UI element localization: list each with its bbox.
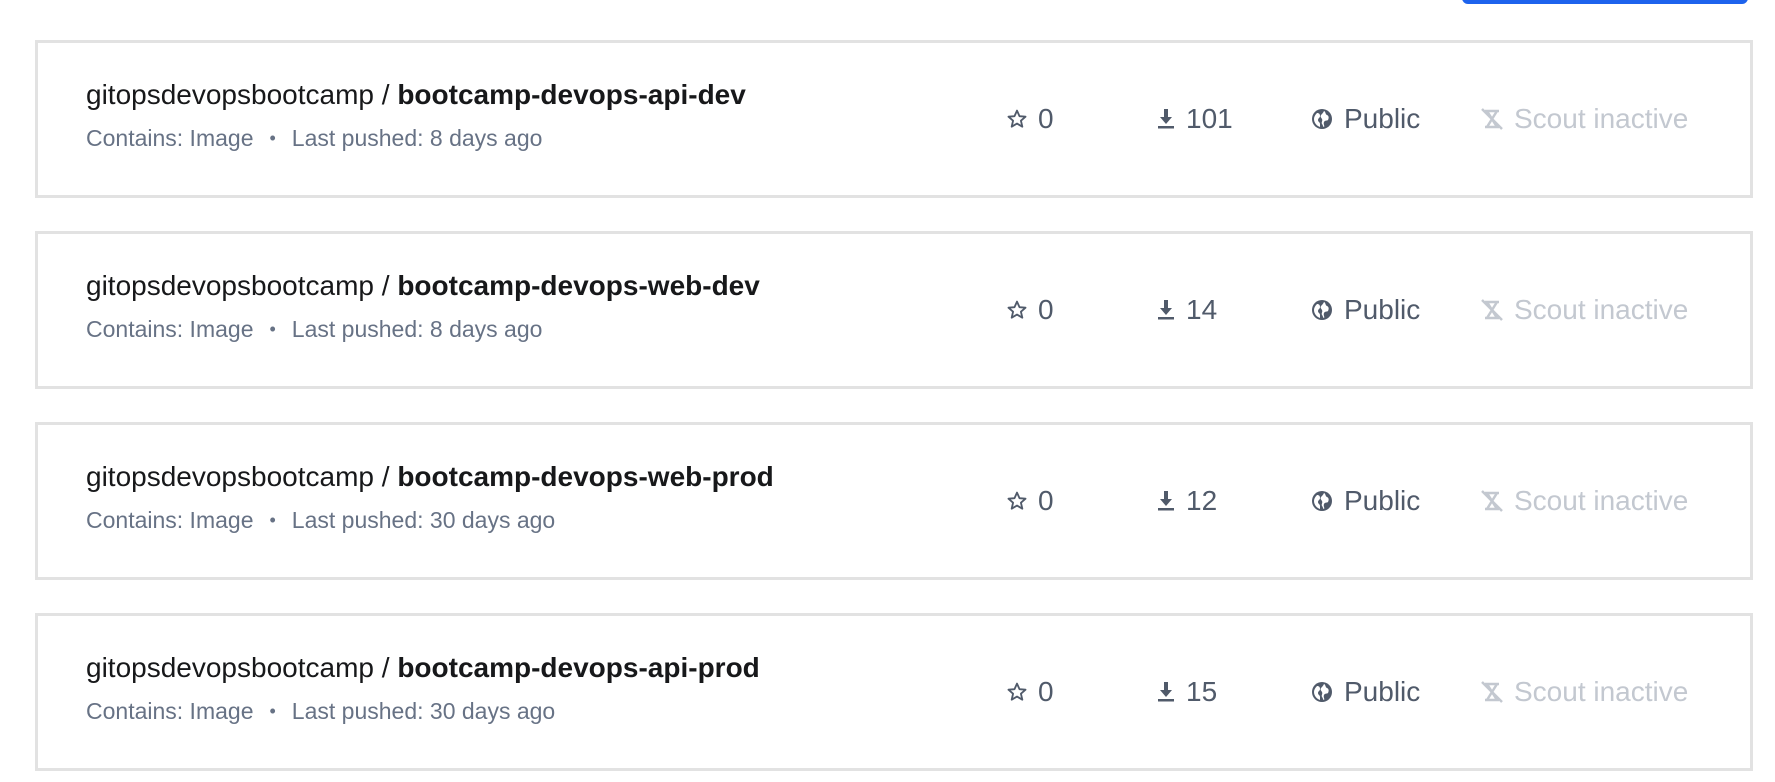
pull-count-value: 101 — [1186, 103, 1233, 134]
pull-count-value: 15 — [1186, 676, 1218, 707]
title-separator: / — [373, 652, 398, 683]
create-repository-button[interactable] — [1462, 0, 1748, 4]
repository-meta: Contains: Image • Last pushed: 30 days ago — [86, 696, 760, 726]
title-separator: / — [373, 461, 398, 492]
pull-count: 101 — [1156, 43, 1233, 195]
content-type: Contains: Image — [86, 125, 254, 151]
scout-off-icon — [1481, 490, 1503, 512]
download-icon — [1158, 300, 1174, 320]
scout-status[interactable]: Scout inactive — [1480, 616, 1688, 768]
repository-info: gitopsdevopsbootcamp / bootcamp-devops-w… — [86, 459, 774, 535]
repository-info: gitopsdevopsbootcamp / bootcamp-devops-w… — [86, 268, 760, 344]
scout-off-icon — [1481, 108, 1503, 130]
scout-status[interactable]: Scout inactive — [1480, 234, 1688, 386]
last-pushed: Last pushed: 8 days ago — [291, 316, 543, 342]
star-count-value: 0 — [1038, 294, 1054, 325]
visibility-label: Public — [1344, 485, 1421, 516]
repository-meta: Contains: Image • Last pushed: 8 days ago — [86, 314, 760, 344]
meta-separator: • — [269, 701, 276, 721]
repositories-page: gitopsdevopsbootcamp / bootcamp-devops-a… — [0, 0, 1775, 782]
scout-label: Scout inactive — [1514, 676, 1689, 707]
repository-meta: Contains: Image • Last pushed: 8 days ago — [86, 123, 746, 153]
scout-label: Scout inactive — [1514, 485, 1689, 516]
content-type: Contains: Image — [86, 507, 254, 533]
repository-namespace: gitopsdevopsbootcamp — [86, 652, 374, 683]
repository-title[interactable]: gitopsdevopsbootcamp / bootcamp-devops-w… — [86, 268, 760, 304]
repository-card[interactable]: gitopsdevopsbootcamp / bootcamp-devops-a… — [35, 613, 1753, 771]
meta-separator: • — [269, 510, 276, 530]
title-separator: / — [373, 79, 398, 110]
content-type: Contains: Image — [86, 316, 254, 342]
pull-count: 14 — [1156, 234, 1217, 386]
visibility-label: Public — [1344, 103, 1421, 134]
meta-separator: • — [269, 319, 276, 339]
visibility-status: Public — [1310, 616, 1420, 768]
star-count: 0 — [1006, 425, 1054, 577]
scout-status[interactable]: Scout inactive — [1480, 425, 1688, 577]
scout-label: Scout inactive — [1514, 294, 1689, 325]
repository-namespace: gitopsdevopsbootcamp — [86, 270, 374, 301]
pull-count-value: 12 — [1186, 485, 1218, 516]
scout-off-icon — [1481, 681, 1503, 703]
repository-card[interactable]: gitopsdevopsbootcamp / bootcamp-devops-a… — [35, 40, 1753, 198]
star-count-value: 0 — [1038, 485, 1054, 516]
repository-namespace: gitopsdevopsbootcamp — [86, 79, 374, 110]
visibility-label: Public — [1344, 676, 1421, 707]
content-type: Contains: Image — [86, 698, 254, 724]
visibility-status: Public — [1310, 234, 1420, 386]
star-count-value: 0 — [1038, 103, 1054, 134]
repository-meta: Contains: Image • Last pushed: 30 days ago — [86, 505, 774, 535]
star-count: 0 — [1006, 616, 1054, 768]
globe-icon — [1312, 682, 1332, 702]
star-outline-icon — [1007, 491, 1027, 510]
repository-name: bootcamp-devops-web-dev — [397, 270, 760, 301]
scout-label: Scout inactive — [1514, 103, 1689, 134]
pull-count: 15 — [1156, 616, 1217, 768]
download-icon — [1158, 491, 1174, 511]
scout-off-icon — [1481, 299, 1503, 321]
repository-name: bootcamp-devops-api-dev — [397, 79, 746, 110]
visibility-label: Public — [1344, 294, 1421, 325]
repository-title[interactable]: gitopsdevopsbootcamp / bootcamp-devops-a… — [86, 650, 760, 686]
repository-list: gitopsdevopsbootcamp / bootcamp-devops-a… — [35, 40, 1753, 782]
star-outline-icon — [1007, 300, 1027, 319]
star-count: 0 — [1006, 43, 1054, 195]
title-separator: / — [373, 270, 398, 301]
star-count: 0 — [1006, 234, 1054, 386]
repository-info: gitopsdevopsbootcamp / bootcamp-devops-a… — [86, 77, 746, 153]
repository-card[interactable]: gitopsdevopsbootcamp / bootcamp-devops-w… — [35, 422, 1753, 580]
repository-title[interactable]: gitopsdevopsbootcamp / bootcamp-devops-w… — [86, 459, 774, 495]
globe-icon — [1312, 300, 1332, 320]
visibility-status: Public — [1310, 43, 1420, 195]
download-icon — [1158, 682, 1174, 702]
pull-count: 12 — [1156, 425, 1217, 577]
star-outline-icon — [1007, 682, 1027, 701]
visibility-status: Public — [1310, 425, 1420, 577]
globe-icon — [1312, 109, 1332, 129]
repository-title[interactable]: gitopsdevopsbootcamp / bootcamp-devops-a… — [86, 77, 746, 113]
download-icon — [1158, 109, 1174, 129]
pull-count-value: 14 — [1186, 294, 1218, 325]
last-pushed: Last pushed: 30 days ago — [291, 507, 556, 533]
star-outline-icon — [1007, 109, 1027, 128]
scout-status[interactable]: Scout inactive — [1480, 43, 1688, 195]
meta-separator: • — [269, 128, 276, 148]
repository-info: gitopsdevopsbootcamp / bootcamp-devops-a… — [86, 650, 760, 726]
last-pushed: Last pushed: 30 days ago — [291, 698, 556, 724]
last-pushed: Last pushed: 8 days ago — [291, 125, 543, 151]
star-count-value: 0 — [1038, 676, 1054, 707]
globe-icon — [1312, 491, 1332, 511]
repository-name: bootcamp-devops-web-prod — [397, 461, 774, 492]
repository-card[interactable]: gitopsdevopsbootcamp / bootcamp-devops-w… — [35, 231, 1753, 389]
repository-name: bootcamp-devops-api-prod — [397, 652, 760, 683]
repository-namespace: gitopsdevopsbootcamp — [86, 461, 374, 492]
